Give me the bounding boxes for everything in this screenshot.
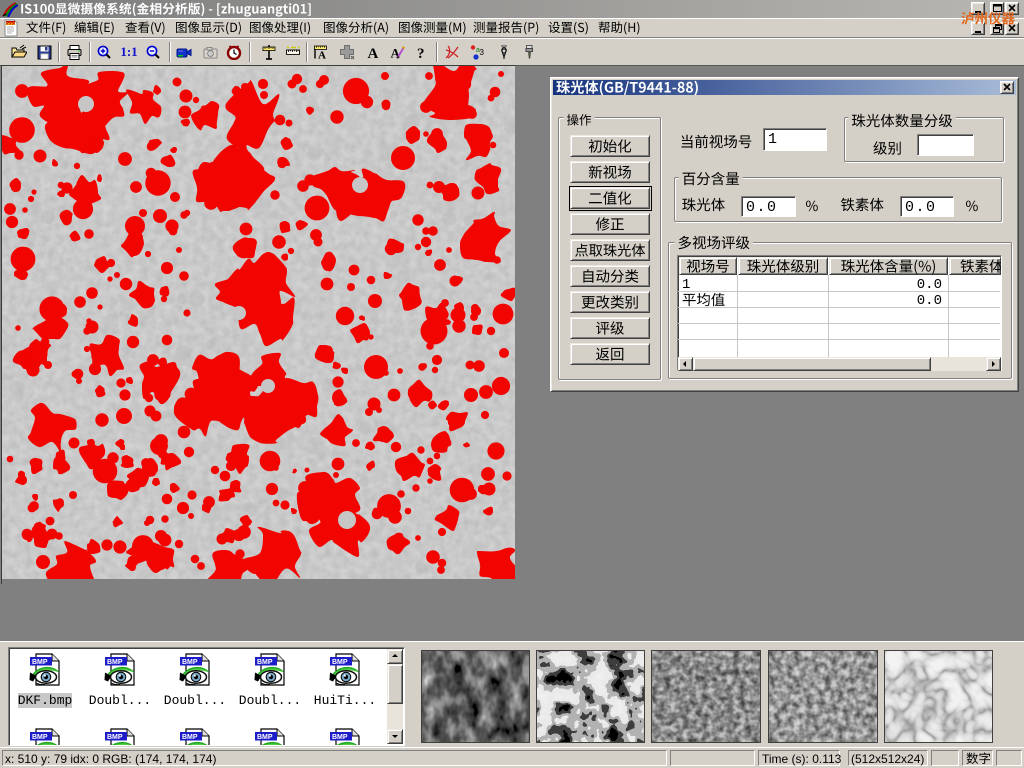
svg-text:BMP: BMP	[32, 734, 48, 741]
svg-text:BMP: BMP	[257, 659, 273, 666]
svg-text:BMP: BMP	[107, 734, 123, 741]
svg-text:BMP: BMP	[332, 734, 348, 741]
svg-text:3: 3	[480, 48, 485, 57]
svg-text:BMP: BMP	[32, 659, 48, 666]
svg-text:BMP: BMP	[332, 659, 348, 666]
svg-text:BMP: BMP	[182, 734, 198, 741]
svg-text:A: A	[318, 50, 326, 61]
svg-text:A: A	[367, 46, 378, 60]
svg-text:BMP: BMP	[107, 659, 123, 666]
svg-text:A: A	[391, 46, 401, 61]
svg-text:DOC: DOC	[6, 21, 15, 26]
svg-text:BMP: BMP	[182, 659, 198, 666]
svg-text:?: ?	[417, 46, 425, 60]
svg-text:BMP: BMP	[257, 734, 273, 741]
